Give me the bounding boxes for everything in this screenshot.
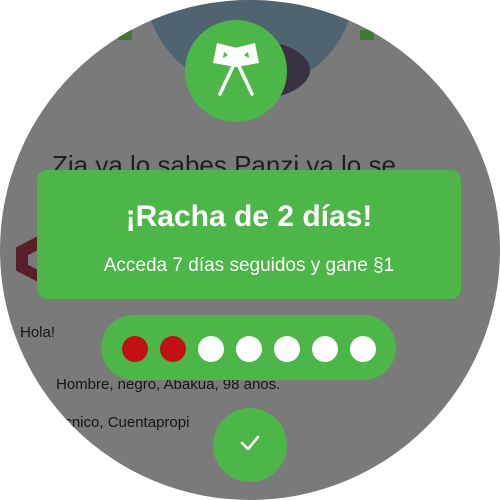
- background-shape: [118, 30, 132, 40]
- streak-flag-badge: [185, 20, 287, 122]
- checkmark-icon: [238, 431, 262, 460]
- crossed-flags-icon: [203, 36, 269, 107]
- watch-screen: Zia ya lo sabes Panzi ya lo se Hola! Hom…: [0, 0, 500, 500]
- profile-profession: écnico, Cuentapropi: [56, 414, 190, 431]
- streak-day-dot-pending: [350, 336, 376, 362]
- streak-subtitle: Acceda 7 días seguidos y gane §1: [103, 255, 395, 276]
- background-shape: [360, 30, 374, 40]
- streak-day-dot-pending: [198, 336, 224, 362]
- streak-banner: ¡Racha de 2 días! Acceda 7 días seguidos…: [37, 170, 461, 299]
- streak-day-dot-completed: [122, 336, 148, 362]
- streak-day-dot-pending: [274, 336, 300, 362]
- streak-title: ¡Racha de 2 días!: [125, 200, 373, 233]
- confirm-button[interactable]: [213, 408, 287, 482]
- streak-day-dot-pending: [312, 336, 338, 362]
- streak-day-dot-pending: [236, 336, 262, 362]
- streak-day-dot-completed: [160, 336, 186, 362]
- greeting-text: Hola!: [20, 324, 56, 341]
